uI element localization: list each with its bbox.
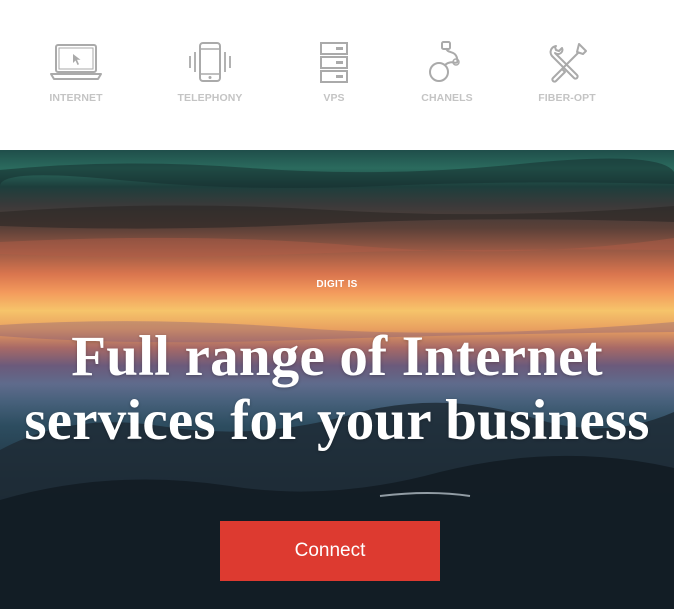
service-label-telephony: TELEPHONY	[177, 92, 243, 104]
service-fiber-opt[interactable]: FIBER-OPT	[512, 40, 622, 120]
service-label-chanels: CHANELS	[421, 92, 473, 104]
wrench-screwdriver-icon	[549, 43, 587, 83]
hero-title: Full range of Internet services for your…	[0, 325, 674, 453]
hero-title-line-2: services for your business	[24, 389, 650, 452]
laptop-icon	[50, 44, 102, 80]
service-label-fiber-opt: FIBER-OPT	[538, 92, 596, 104]
service-label-vps: VPS	[323, 92, 345, 104]
services-bar: INTERNET TELEPHONY VPS CHANELS FIBER-OPT	[0, 0, 674, 150]
connect-button[interactable]: Connect	[220, 521, 440, 581]
server-rack-icon	[320, 42, 348, 83]
service-internet[interactable]: INTERNET	[21, 40, 131, 120]
hero-section: DIGIT IS Full range of Internet services…	[0, 150, 674, 609]
service-telephony[interactable]: TELEPHONY	[155, 40, 265, 120]
cable-plug-icon	[429, 41, 460, 82]
service-label-internet: INTERNET	[49, 92, 103, 104]
service-vps[interactable]: VPS	[279, 40, 389, 120]
smartphone-vibrate-icon	[189, 42, 231, 82]
service-chanels[interactable]: CHANELS	[392, 40, 502, 120]
hero-eyebrow: DIGIT IS	[316, 279, 358, 290]
hero-title-line-1: Full range of Internet	[71, 325, 603, 388]
